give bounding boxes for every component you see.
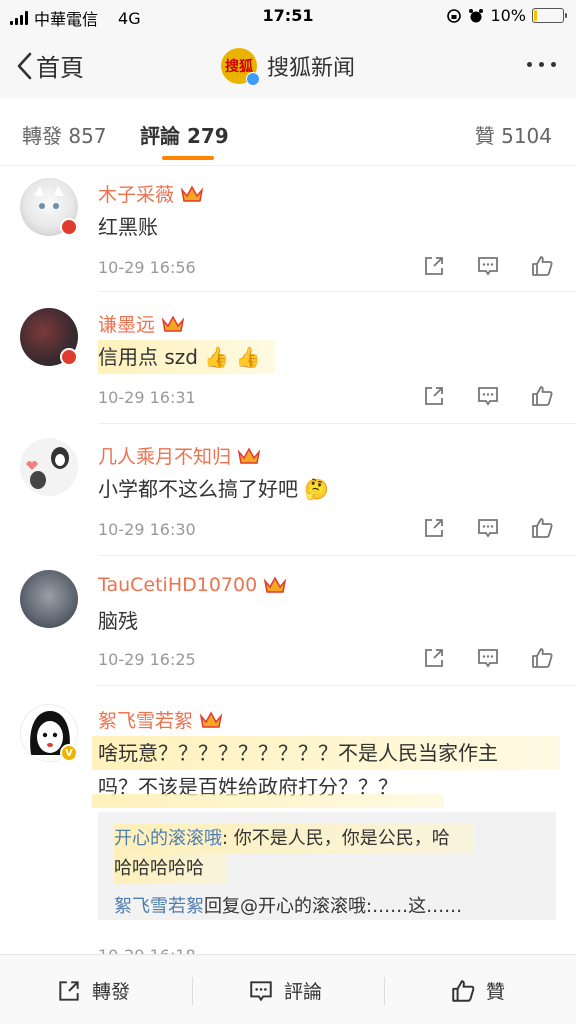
comment-item: TauCetiHD10700 脑残 10-29 16:25 <box>0 556 576 686</box>
comment-text: 脑残 <box>98 609 138 633</box>
comment-time: 10-29 16:31 <box>98 388 196 407</box>
comment-label: 評論 <box>284 981 323 1003</box>
reply-icon[interactable] <box>476 646 500 670</box>
comment-username[interactable]: 木子采薇 <box>98 180 174 207</box>
repost-label: 轉發 <box>92 981 131 1003</box>
highlight-mark <box>92 794 444 808</box>
like-icon[interactable] <box>530 254 554 278</box>
repost-button[interactable]: 轉發 <box>56 977 130 1004</box>
crown-icon <box>263 576 287 593</box>
reply-username[interactable]: 开心的滚滚哦 <box>114 828 222 849</box>
comment-username[interactable]: 絮飞雪若絮 <box>98 706 193 733</box>
like-label: 贊 <box>486 981 506 1003</box>
nav-bar: 首頁 搜狐 搜狐新闻 <box>0 32 576 98</box>
share-icon[interactable] <box>422 254 446 278</box>
comment-button[interactable]: 評論 <box>248 977 322 1004</box>
share-icon[interactable] <box>422 516 446 540</box>
like-icon[interactable] <box>530 384 554 408</box>
comment-username[interactable]: 谦墨远 <box>98 310 155 337</box>
battery-percent: 10% <box>490 6 526 25</box>
comment-item: 木子采薇 红黑账 10-29 16:56 <box>0 166 576 292</box>
crown-icon <box>180 184 204 202</box>
reply-text: 哈哈哈哈哈 <box>114 854 228 884</box>
avatar[interactable] <box>20 570 78 628</box>
tab-bar: 轉發 857 評論 279 贊 5104 <box>0 98 576 166</box>
reply-icon[interactable] <box>476 254 500 278</box>
avatar[interactable] <box>20 438 78 496</box>
comment-text: 信用点 szd 👍 👍 <box>98 340 275 374</box>
tab-repost[interactable]: 轉發 857 <box>22 120 107 149</box>
comment-text: 红黑账 <box>98 215 158 239</box>
sohu-logo: 搜狐 <box>220 48 260 86</box>
comment-item: 几人乘月不知归 小学都不这么搞了好吧 🤔 10-29 16:30 <box>0 424 576 556</box>
crown-icon <box>161 314 185 332</box>
reply-item: 开心的滚滚哦: 你不是人民，你是公民，哈 哈哈哈哈哈 <box>114 824 474 884</box>
active-tab-indicator <box>162 156 214 160</box>
rotation-lock-icon <box>447 8 462 23</box>
more-icon[interactable] <box>527 62 556 67</box>
alarm-icon <box>469 8 484 22</box>
reply-icon[interactable] <box>476 516 500 540</box>
reply-username[interactable]: 絮飞雪若絮 <box>114 896 204 917</box>
reply-thread[interactable]: 开心的滚滚哦: 你不是人民，你是公民，哈 哈哈哈哈哈 絮飞雪若絮回复@开心的滚滚… <box>98 812 556 920</box>
comment-time: 10-29 16:56 <box>98 258 196 277</box>
comment-time: 10-29 16:30 <box>98 520 196 539</box>
member-badge-icon <box>60 218 78 236</box>
comment-item: V 絮飞雪若絮 啥玩意？？？？？？？？？不是人民当家作主 吗？不该是百姓给政府打… <box>0 686 576 965</box>
like-icon <box>452 979 475 1002</box>
member-badge-icon <box>60 348 78 366</box>
page-title: 搜狐新闻 <box>266 56 355 81</box>
like-icon[interactable] <box>530 516 554 540</box>
tab-comments[interactable]: 評論 279 <box>140 120 229 149</box>
divider <box>192 977 193 1005</box>
share-icon[interactable] <box>422 646 446 670</box>
nav-title: 搜狐 搜狐新闻 <box>0 48 576 86</box>
share-icon <box>59 980 79 1001</box>
like-icon[interactable] <box>530 646 554 670</box>
comment-icon <box>250 980 272 1001</box>
verified-icon <box>245 72 260 86</box>
tab-likes[interactable]: 贊 5104 <box>475 120 552 149</box>
comment-text: 小学都不这么搞了好吧 🤔 <box>98 477 330 501</box>
reply-text: : 你不是人民，你是公民，哈 <box>222 828 450 849</box>
share-icon[interactable] <box>422 384 446 408</box>
reply-item: 絮飞雪若絮回复@开心的滚滚哦:……这…… <box>114 892 462 922</box>
like-button[interactable]: 贊 <box>450 977 505 1004</box>
bottom-toolbar: 轉發 評論 贊 <box>0 954 576 1024</box>
reply-icon[interactable] <box>476 384 500 408</box>
reply-text: 回复@开心的滚滚哦:……这…… <box>204 896 463 917</box>
comment-username[interactable]: 几人乘月不知归 <box>98 442 231 469</box>
verified-v-icon: V <box>60 744 78 762</box>
comment-username[interactable]: TauCetiHD10700 <box>98 574 257 596</box>
battery-icon <box>532 8 567 23</box>
divider <box>384 977 385 1005</box>
comment-item: 谦墨远 信用点 szd 👍 👍 10-29 16:31 <box>0 292 576 424</box>
crown-icon <box>199 710 223 728</box>
comment-time: 10-29 16:25 <box>98 650 196 669</box>
crown-icon <box>237 446 261 464</box>
status-bar: 中華電信 4G 17:51 10% <box>0 0 576 32</box>
comment-text-line: 啥玩意？？？？？？？？？不是人民当家作主 <box>92 736 560 770</box>
